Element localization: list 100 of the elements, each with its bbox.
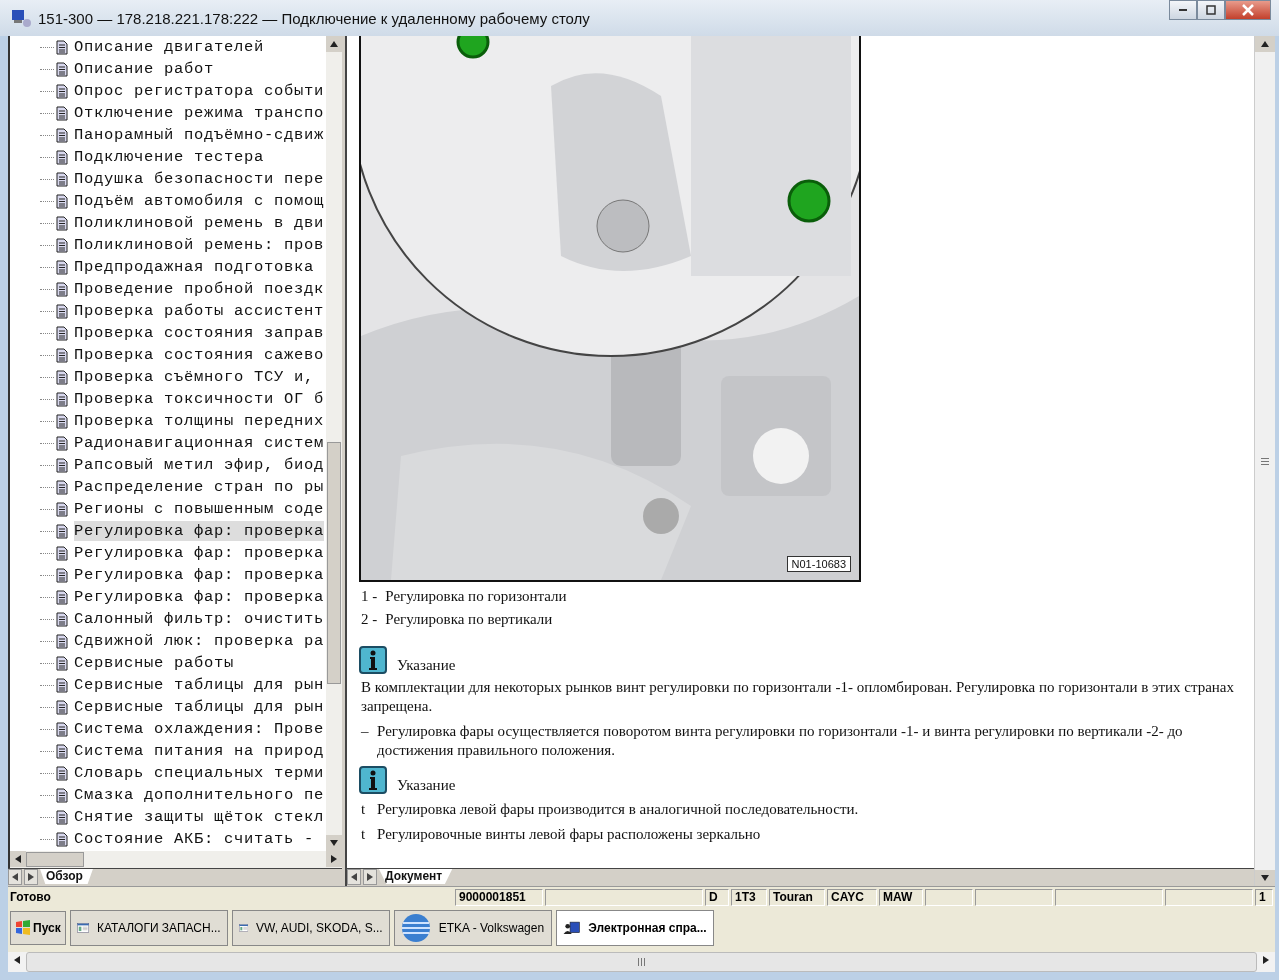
document-icon [56,171,68,187]
tree-item[interactable]: Снятие защиты щёток стекл [40,806,326,828]
tree-item[interactable]: Сервисные таблицы для рын [40,696,326,718]
tree-item[interactable]: Описание работ [40,58,326,80]
document-icon [56,83,68,99]
document-icon [56,501,68,517]
document-icon [56,413,68,429]
vertical-scrollbar[interactable] [326,36,342,851]
document-icon [56,721,68,737]
tree-item[interactable]: Проверка толщины передних [40,410,326,432]
taskbar-button[interactable]: КАТАЛОГИ ЗАПАСН... [69,910,228,946]
document-icon [56,831,68,847]
tree-item[interactable]: Состояние АКБ: считать - [40,828,326,850]
tree-item[interactable]: Смазка дополнительного пе [40,784,326,806]
figure-label: N01-10683 [786,556,851,572]
tree-item[interactable]: Регулировка фар: проверка [40,564,326,586]
windows-logo-icon [15,920,31,936]
tree-item[interactable]: Панорамный подъёмно-сдвиж [40,124,326,146]
status-field: D [705,888,729,906]
document-icon [56,127,68,143]
status-text: Готово [10,890,52,904]
tree-item[interactable]: Предпродажная подготовка [40,256,326,278]
note-title: Указание [397,657,456,674]
taskbar-button[interactable]: Электронная спра... [555,910,714,946]
scroll-left-icon [15,855,21,863]
tree-item[interactable]: Опрос регистратора событи [40,80,326,102]
tree-item[interactable]: Система питания на природ [40,740,326,762]
tree-item[interactable]: Проверка работы ассистент [40,300,326,322]
tree-item[interactable]: Описание двигателей [40,36,326,58]
bullet-text: Регулировка фары осуществляется поворотом винта регулировки по горизонтали -1- и винта регулировки по вертикали -2- до достижения правильного положения. [377,722,1184,760]
horizontal-scrollbar[interactable] [8,952,1275,972]
horizontal-scrollbar[interactable] [8,851,342,868]
tree-item[interactable]: Поликлиновой ремень в дви [40,212,326,234]
tree-item[interactable]: Сдвижной люк: проверка ра [40,630,326,652]
tree-item[interactable]: Отключение режима транспо [40,102,326,124]
scroll-thumb[interactable] [327,442,341,684]
document-icon [56,655,68,671]
taskbar-button[interactable]: ETKA - Volkswagen [393,910,552,946]
scroll-down-icon [330,840,338,846]
tree-item[interactable]: Подъём автомобиля с помощ [40,190,326,212]
tree-item[interactable]: Проверка состояния сажево [40,344,326,366]
info-icon [359,766,387,794]
document-icon [56,105,68,121]
tree-item[interactable]: Сервисные таблицы для рын [40,674,326,696]
tree-item[interactable]: Рапсовый метил эфир, биод [40,454,326,476]
vertical-scrollbar[interactable] [1254,36,1275,886]
document-icon [56,787,68,803]
status-field: CAYC [827,888,877,906]
legend-text: Регулировка по вертикали [385,611,553,628]
taskbar-button[interactable]: VW, AUDI, SKODA, S... [231,910,390,946]
tree-item[interactable]: Поликлиновой ремень: пров [40,234,326,256]
maximize-button[interactable] [1197,0,1225,20]
scroll-thumb[interactable] [26,852,84,867]
document-icon [56,589,68,605]
grip-icon [638,958,645,966]
tree-item[interactable]: Сервисные работы [40,652,326,674]
document-icon [56,479,68,495]
paragraph: В комплектации для некоторых рынков винт регулировки по горизонтали -1- опломбирован. Регулировка по горизонтали в этих странах запрещена. [361,678,1236,716]
start-button[interactable]: Пуск [10,911,66,945]
tree-item[interactable]: Регулировка фар: проверка [40,542,326,564]
tree-item[interactable]: Салонный фильтр: очистить [40,608,326,630]
close-button[interactable] [1225,0,1271,20]
status-field: MAW [879,888,923,906]
document-icon [56,633,68,649]
tree-item[interactable]: Проверка состояния заправ [40,322,326,344]
document-icon [56,391,68,407]
tab-nav-right-button[interactable] [24,869,38,885]
tab[interactable]: Обзор [40,869,93,884]
document-icon [56,259,68,275]
bullet-text: Регулировочные винты левой фары расположены зеркально [377,825,761,844]
bullet-marker: – [361,722,370,741]
tree-item[interactable]: Проверка токсичности ОГ б [40,388,326,410]
tree-item[interactable]: Проведение пробной поездк [40,278,326,300]
status-field: Touran [769,888,825,906]
document-icon [56,765,68,781]
computer-icon [10,8,32,28]
tree-item[interactable]: Регионы с повышенным соде [40,498,326,520]
tree-item[interactable]: Словарь специальных терми [40,762,326,784]
tree-item[interactable]: Система охлаждения: Прове [40,718,326,740]
tab-nav-left-button[interactable] [8,869,22,885]
document-icon [56,237,68,253]
scroll-left-icon [14,956,20,964]
document-icon [56,435,68,451]
tree-item[interactable]: Проверка съёмного ТСУ и, [40,366,326,388]
right-arrow-icon [367,873,373,881]
tree-item[interactable]: Регулировка фар: проверка [40,586,326,608]
document-icon [56,61,68,77]
tree-item[interactable]: Распределение стран по ры [40,476,326,498]
minimize-button[interactable] [1169,0,1197,20]
tree-item[interactable]: Радионавигационная систем [40,432,326,454]
window-title: 151-300 — 178.218.221.178:222 — Подключение к удаленному рабочему столу [38,9,590,27]
tab-nav-right-button[interactable] [363,869,377,885]
status-field: 1T3 [731,888,767,906]
document-icon [56,677,68,693]
tab-nav-left-button[interactable] [347,869,361,885]
tree-item[interactable]: Подушка безопасности пере [40,168,326,190]
tab[interactable]: Документ [379,869,453,884]
tree-item[interactable]: Подключение тестера [40,146,326,168]
status-field: 1 [1255,888,1273,906]
legend-number: 1 - [361,588,378,605]
